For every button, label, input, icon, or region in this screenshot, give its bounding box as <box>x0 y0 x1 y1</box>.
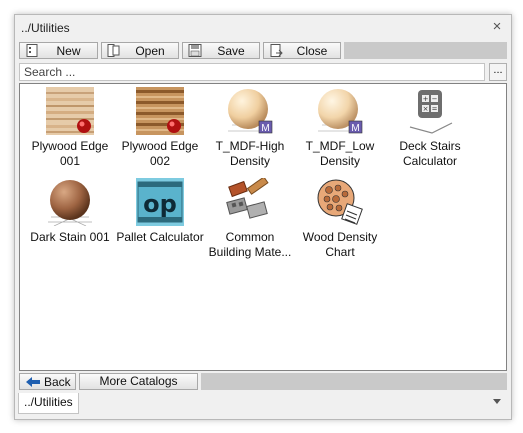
catalog-item-wood-density-chart[interactable]: Wood Density Chart <box>295 178 385 260</box>
material-sphere-icon: M <box>226 87 274 135</box>
svg-text:=: = <box>432 105 438 113</box>
close-label: Close <box>296 44 328 58</box>
item-label: T_MDF_Low Density <box>305 139 375 168</box>
svg-text:M: M <box>261 123 269 134</box>
new-label: New <box>56 44 81 58</box>
back-button[interactable]: Back <box>19 373 76 390</box>
plywood-edge-thumbnail-icon <box>136 87 184 135</box>
save-icon <box>188 44 202 57</box>
back-label: Back <box>44 375 71 389</box>
item-label: Plywood Edge 002 <box>121 139 199 168</box>
open-label: Open <box>135 44 165 58</box>
catalog-window: ../Utilities × New Open Save Close Searc… <box>14 14 512 420</box>
new-icon <box>26 44 38 57</box>
new-button[interactable]: New <box>19 42 98 59</box>
catalog-item-pallet-calculator[interactable]: op Pallet Calculator <box>115 178 205 245</box>
open-icon <box>107 44 120 57</box>
bottom-bar-filler <box>201 373 507 390</box>
search-input[interactable] <box>19 63 485 81</box>
catalog-item-plywood-edge-002[interactable]: Plywood Edge 002 <box>115 87 205 169</box>
item-label: Deck Stairs Calculator <box>399 139 461 168</box>
catalog-item-deck-stairs-calculator[interactable]: + − × = Deck Stairs Calculator <box>385 87 475 169</box>
open-button[interactable]: Open <box>101 42 179 59</box>
window-title: ../Utilities <box>21 21 70 35</box>
bricks-icon <box>226 176 274 226</box>
close-window-button[interactable]: × <box>489 18 505 36</box>
close-doc-icon <box>270 44 283 57</box>
more-catalogs-button[interactable]: More Catalogs <box>79 373 198 390</box>
save-button[interactable]: Save <box>182 42 260 59</box>
calculator-icon: + − × = <box>406 87 454 135</box>
toolbar: New Open Save Close <box>19 42 507 61</box>
wood-sphere-icon <box>46 178 94 227</box>
title-bar: ../Utilities × <box>15 15 511 41</box>
bottom-bar: Back More Catalogs <box>19 373 507 392</box>
wood-chart-icon <box>316 178 364 226</box>
material-sphere-icon: M <box>316 87 364 135</box>
item-label: Plywood Edge 001 <box>31 139 109 168</box>
svg-text:op: op <box>143 190 177 218</box>
svg-text:−: − <box>432 95 438 103</box>
chevron-down-icon[interactable] <box>493 399 501 404</box>
close-button[interactable]: Close <box>263 42 341 59</box>
item-label: Pallet Calculator <box>116 230 204 244</box>
toolbar-filler <box>344 42 507 59</box>
catalog-panel: Plywood Edge 001 Plywood Edge 002 M T_MD… <box>19 83 507 371</box>
catalog-item-t-mdf-low-density[interactable]: M T_MDF_Low Density <box>295 87 385 169</box>
catalog-item-dark-stain-001[interactable]: Dark Stain 001 <box>25 178 115 245</box>
catalog-item-common-building-materials[interactable]: Common Building Mate... <box>205 176 295 260</box>
status-bar: ../Utilities <box>15 393 511 419</box>
item-label: T_MDF-High Density <box>215 139 285 168</box>
search-row: ... <box>19 63 507 81</box>
catalog-item-t-mdf-high-density[interactable]: M T_MDF-High Density <box>205 87 295 169</box>
svg-text:M: M <box>351 123 359 134</box>
path-tab[interactable]: ../Utilities <box>18 393 79 414</box>
browse-button[interactable]: ... <box>489 63 507 81</box>
item-label: Wood Density Chart <box>302 230 378 259</box>
svg-text:×: × <box>423 105 429 113</box>
item-label: Dark Stain 001 <box>30 230 110 244</box>
catalog-item-plywood-edge-001[interactable]: Plywood Edge 001 <box>25 87 115 169</box>
back-arrow-icon <box>26 377 40 387</box>
op-pallet-icon: op <box>136 178 184 226</box>
plywood-edge-thumbnail-icon <box>46 87 94 135</box>
save-label: Save <box>217 44 245 58</box>
svg-text:+: + <box>423 95 429 103</box>
item-label: Common Building Mate... <box>208 230 292 259</box>
